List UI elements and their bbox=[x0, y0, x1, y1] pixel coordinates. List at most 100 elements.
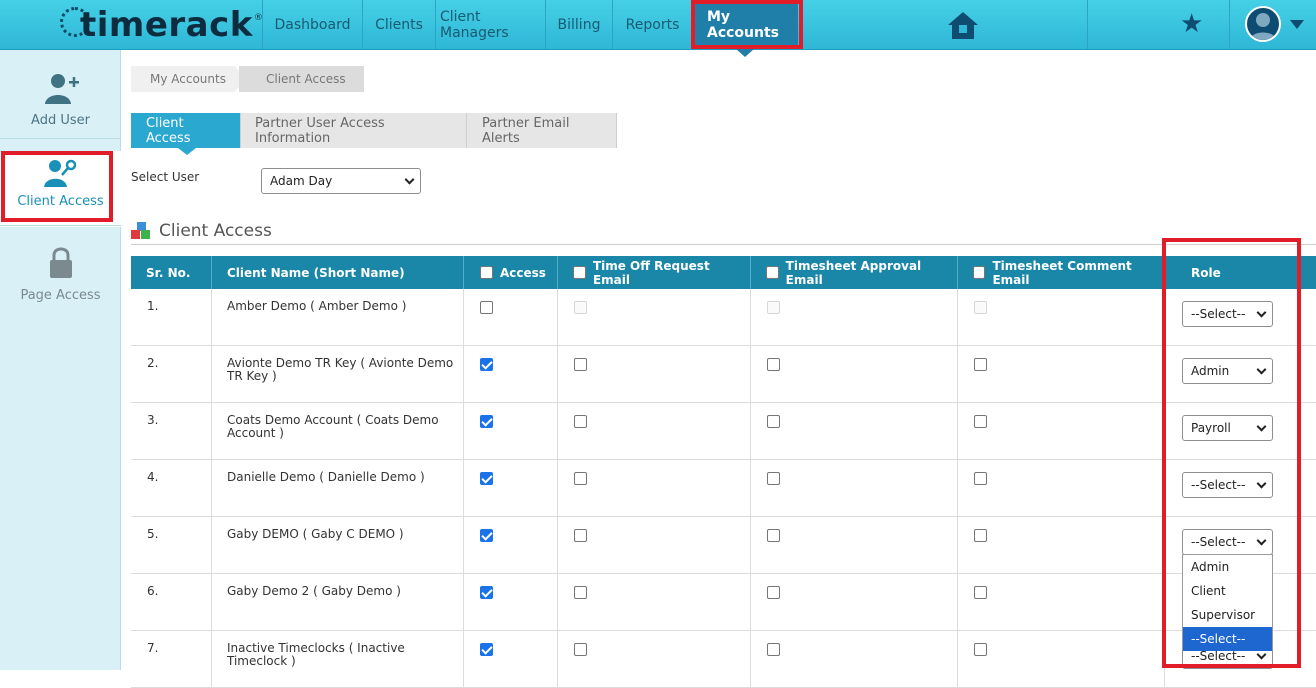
access-checkbox[interactable] bbox=[480, 358, 493, 371]
time-off-request-email-checkbox[interactable] bbox=[574, 529, 587, 542]
cell-timesheet-comment-email bbox=[958, 403, 1165, 460]
timerack-logo[interactable]: timerack ® bbox=[60, 4, 263, 46]
sr-no-text: 7. bbox=[147, 641, 159, 655]
time-off-request-email-checkbox[interactable] bbox=[574, 643, 587, 656]
role-select-value: --Select-- bbox=[1191, 307, 1246, 321]
select-user-dropdown[interactable]: Adam Day bbox=[261, 168, 421, 194]
time-off-request-email-checkbox[interactable] bbox=[574, 472, 587, 485]
nav-divider bbox=[799, 0, 800, 49]
sidebar-item-label: Client Access bbox=[17, 194, 104, 209]
nav-dashboard[interactable]: Dashboard bbox=[262, 0, 362, 49]
sr-no-text: 5. bbox=[147, 527, 159, 541]
timesheet-approval-email-checkbox[interactable] bbox=[767, 415, 780, 428]
chevron-down-icon bbox=[1256, 649, 1267, 660]
cell-sr-no: 7. bbox=[131, 631, 212, 688]
tab-client-access[interactable]: Client Access bbox=[131, 113, 241, 148]
role-select[interactable]: --Select-- bbox=[1182, 472, 1273, 498]
select-user-label: Select User bbox=[131, 170, 200, 184]
nav-my-accounts[interactable]: My Accounts bbox=[692, 0, 798, 49]
cell-access bbox=[464, 289, 558, 346]
chevron-down-icon bbox=[1256, 535, 1267, 546]
timesheet-approval-email-checkbox[interactable] bbox=[767, 643, 780, 656]
cell-timesheet-comment-email bbox=[958, 574, 1165, 631]
favorites-star-icon[interactable]: ★ bbox=[1180, 9, 1203, 39]
time-off-request-email-checkbox[interactable] bbox=[574, 586, 587, 599]
cell-client-name: Gaby Demo 2 ( Gaby Demo ) bbox=[212, 574, 464, 631]
tab-partner-user-access-information[interactable]: Partner User Access Information bbox=[241, 113, 467, 148]
timesheet-comment-email-checkbox[interactable] bbox=[974, 415, 987, 428]
cell-timesheet-approval-email bbox=[751, 346, 958, 403]
sidebar-item-add-user[interactable]: Add User bbox=[0, 70, 121, 128]
table-row: 6. Gaby Demo 2 ( Gaby Demo ) bbox=[131, 574, 1316, 631]
timesheet-comment-email-checkbox[interactable] bbox=[974, 529, 987, 542]
user-menu-chevron-down-icon[interactable] bbox=[1290, 20, 1304, 29]
time-off-request-email-checkbox[interactable] bbox=[574, 415, 587, 428]
sidebar-item-page-access[interactable]: Page Access bbox=[0, 245, 121, 303]
nav-billing[interactable]: Billing bbox=[545, 0, 612, 49]
nav-reports[interactable]: Reports bbox=[612, 0, 692, 49]
header-timesheet-approval-email: Timesheet Approval Email bbox=[751, 256, 958, 289]
timesheet-approval-email-checkbox[interactable] bbox=[767, 529, 780, 542]
cell-timesheet-comment-email bbox=[958, 289, 1165, 346]
sidebar-item-client-access[interactable]: Client Access bbox=[0, 151, 121, 227]
role-dropdown-list[interactable]: Admin Client Supervisor --Select-- bbox=[1182, 554, 1273, 651]
timesheet-comment-email-checkbox[interactable] bbox=[974, 358, 987, 371]
select-all-comment-checkbox[interactable] bbox=[973, 266, 986, 279]
role-select[interactable]: --Select-- bbox=[1182, 301, 1273, 327]
tab-bar: Client Access Partner User Access Inform… bbox=[131, 113, 617, 148]
access-checkbox[interactable] bbox=[480, 586, 493, 599]
cell-sr-no: 4. bbox=[131, 460, 212, 517]
timesheet-approval-email-checkbox bbox=[767, 301, 780, 314]
access-checkbox[interactable] bbox=[480, 415, 493, 428]
role-option-client[interactable]: Client bbox=[1183, 579, 1272, 603]
section-title: Client Access bbox=[159, 221, 272, 241]
nav-clients[interactable]: Clients bbox=[362, 0, 435, 49]
nav-client-managers[interactable]: Client Managers bbox=[435, 0, 545, 49]
sidebar-divider bbox=[0, 138, 121, 139]
role-select[interactable]: Admin bbox=[1182, 358, 1273, 384]
cell-sr-no: 5. bbox=[131, 517, 212, 574]
table-row: 7. Inactive Timeclocks ( Inactive Timeclo… bbox=[131, 631, 1316, 688]
timesheet-approval-email-checkbox[interactable] bbox=[767, 472, 780, 485]
breadcrumb-my-accounts[interactable]: My Accounts bbox=[131, 66, 245, 92]
client-name-text: Avionte Demo TR Key ( Avionte Demo TR Ke… bbox=[227, 356, 454, 383]
user-avatar-icon[interactable] bbox=[1245, 6, 1281, 42]
role-select-value: --Select-- bbox=[1191, 478, 1246, 492]
timesheet-comment-email-checkbox[interactable] bbox=[974, 586, 987, 599]
lock-icon bbox=[49, 247, 72, 278]
role-option-supervisor[interactable]: Supervisor bbox=[1183, 603, 1272, 627]
access-checkbox[interactable] bbox=[480, 529, 493, 542]
select-all-access-checkbox[interactable] bbox=[480, 266, 493, 279]
cell-timesheet-approval-email bbox=[751, 517, 958, 574]
access-checkbox[interactable] bbox=[480, 472, 493, 485]
role-select[interactable]: --Select-- bbox=[1182, 529, 1273, 555]
access-checkbox[interactable] bbox=[480, 301, 493, 314]
role-select[interactable]: Payroll bbox=[1182, 415, 1273, 441]
timesheet-comment-email-checkbox[interactable] bbox=[974, 643, 987, 656]
home-icon[interactable] bbox=[945, 9, 981, 41]
time-off-request-email-checkbox[interactable] bbox=[574, 358, 587, 371]
blocks-icon bbox=[131, 222, 153, 240]
cell-client-name: Inactive Timeclocks ( Inactive Timeclock… bbox=[212, 631, 464, 688]
header-time-off-label: Time Off Request Email bbox=[592, 258, 710, 287]
cell-role: --Select-- bbox=[1165, 289, 1316, 346]
access-checkbox[interactable] bbox=[480, 643, 493, 656]
cell-access bbox=[464, 517, 558, 574]
role-option-select[interactable]: --Select-- bbox=[1183, 627, 1272, 651]
table-row: 1. Amber Demo ( Amber Demo ) --Select-- bbox=[131, 289, 1316, 346]
sidebar: Add User Client Access Page Access bbox=[0, 50, 121, 670]
select-all-approval-checkbox[interactable] bbox=[766, 266, 779, 279]
timesheet-approval-email-checkbox[interactable] bbox=[767, 586, 780, 599]
role-option-admin[interactable]: Admin bbox=[1183, 555, 1272, 579]
time-off-request-email-checkbox bbox=[574, 301, 587, 314]
top-navigation-bar: timerack ® Dashboard Clients Client Mana… bbox=[0, 0, 1316, 50]
cell-timesheet-comment-email bbox=[958, 346, 1165, 403]
chevron-down-icon bbox=[404, 174, 415, 185]
tab-partner-email-alerts[interactable]: Partner Email Alerts bbox=[467, 113, 617, 148]
client-name-text: Gaby DEMO ( Gaby C DEMO ) bbox=[227, 527, 404, 541]
cell-client-name: Amber Demo ( Amber Demo ) bbox=[212, 289, 464, 346]
timesheet-approval-email-checkbox[interactable] bbox=[767, 358, 780, 371]
select-all-time-off-checkbox[interactable] bbox=[573, 266, 586, 279]
header-access: Access bbox=[464, 256, 558, 289]
timesheet-comment-email-checkbox[interactable] bbox=[974, 472, 987, 485]
